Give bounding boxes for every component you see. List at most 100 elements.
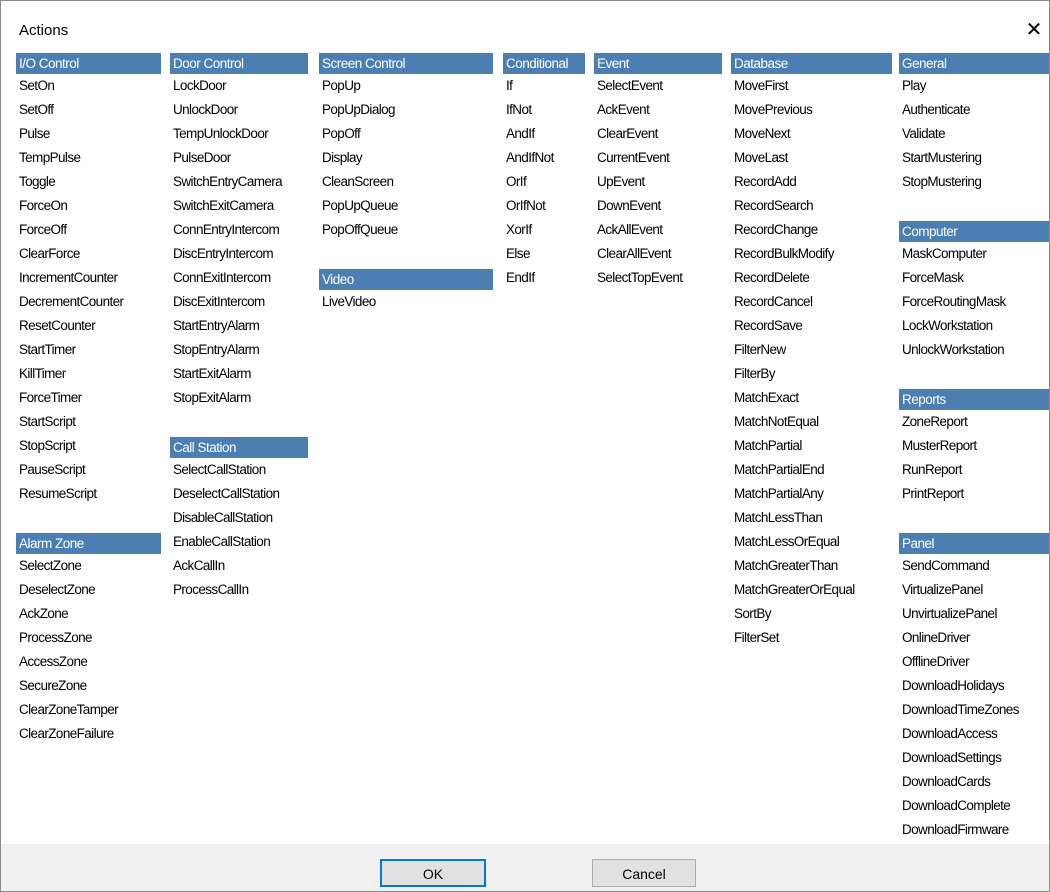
action-item[interactable]: PopUpDialog xyxy=(319,98,493,122)
action-item[interactable]: StopExitAlarm xyxy=(170,386,308,410)
action-item[interactable]: DownloadFirmware xyxy=(899,818,1049,842)
action-item[interactable]: Else xyxy=(503,242,585,266)
action-item[interactable]: SecureZone xyxy=(16,674,161,698)
action-item[interactable]: XorIf xyxy=(503,218,585,242)
action-item[interactable]: MatchPartial xyxy=(731,434,892,458)
action-item[interactable]: SetOn xyxy=(16,74,161,98)
action-item[interactable]: StartMustering xyxy=(899,146,1049,170)
action-item[interactable]: RecordSearch xyxy=(731,194,892,218)
action-item[interactable]: PopOffQueue xyxy=(319,218,493,242)
action-item[interactable]: StartEntryAlarm xyxy=(170,314,308,338)
action-item[interactable]: EnableCallStation xyxy=(170,530,308,554)
action-item[interactable]: DeselectZone xyxy=(16,578,161,602)
action-item[interactable]: DiscExitIntercom xyxy=(170,290,308,314)
ok-button[interactable]: OK xyxy=(380,859,486,887)
action-item[interactable]: SelectEvent xyxy=(594,74,722,98)
action-item[interactable]: StopEntryAlarm xyxy=(170,338,308,362)
action-item[interactable]: SelectCallStation xyxy=(170,458,308,482)
action-item[interactable]: AckAllEvent xyxy=(594,218,722,242)
action-item[interactable]: RecordAdd xyxy=(731,170,892,194)
action-item[interactable]: LockWorkstation xyxy=(899,314,1049,338)
cancel-button[interactable]: Cancel xyxy=(592,859,696,887)
action-item[interactable]: MatchGreaterOrEqual xyxy=(731,578,892,602)
action-item[interactable]: PulseDoor xyxy=(170,146,308,170)
action-item[interactable]: RecordSave xyxy=(731,314,892,338)
action-item[interactable]: If xyxy=(503,74,585,98)
action-item[interactable]: ForceOff xyxy=(16,218,161,242)
action-item[interactable]: AndIf xyxy=(503,122,585,146)
action-item[interactable]: PopUpQueue xyxy=(319,194,493,218)
action-item[interactable]: SelectTopEvent xyxy=(594,266,722,290)
action-item[interactable]: StopMustering xyxy=(899,170,1049,194)
action-item[interactable]: PopOff xyxy=(319,122,493,146)
action-item[interactable]: RecordChange xyxy=(731,218,892,242)
action-item[interactable]: DownEvent xyxy=(594,194,722,218)
action-item[interactable]: ForceOn xyxy=(16,194,161,218)
action-item[interactable]: MatchLessOrEqual xyxy=(731,530,892,554)
action-item[interactable]: StartScript xyxy=(16,410,161,434)
action-item[interactable]: FilterBy xyxy=(731,362,892,386)
action-item[interactable]: OrIf xyxy=(503,170,585,194)
action-item[interactable]: UnlockDoor xyxy=(170,98,308,122)
action-item[interactable]: MatchNotEqual xyxy=(731,410,892,434)
action-item[interactable]: DownloadHolidays xyxy=(899,674,1049,698)
action-item[interactable]: SwitchEntryCamera xyxy=(170,170,308,194)
action-item[interactable]: IncrementCounter xyxy=(16,266,161,290)
action-item[interactable]: DeselectCallStation xyxy=(170,482,308,506)
action-item[interactable]: DownloadTimeZones xyxy=(899,698,1049,722)
action-item[interactable]: RecordCancel xyxy=(731,290,892,314)
action-item[interactable]: MatchExact xyxy=(731,386,892,410)
action-item[interactable]: ClearEvent xyxy=(594,122,722,146)
action-item[interactable]: SendCommand xyxy=(899,554,1049,578)
action-item[interactable]: ClearZoneTamper xyxy=(16,698,161,722)
action-item[interactable]: MatchPartialAny xyxy=(731,482,892,506)
action-item[interactable]: SwitchExitCamera xyxy=(170,194,308,218)
action-item[interactable]: AckCallIn xyxy=(170,554,308,578)
action-item[interactable]: ClearAllEvent xyxy=(594,242,722,266)
action-item[interactable]: AndIfNot xyxy=(503,146,585,170)
action-item[interactable]: DiscEntryIntercom xyxy=(170,242,308,266)
action-item[interactable]: CurrentEvent xyxy=(594,146,722,170)
action-item[interactable]: OrIfNot xyxy=(503,194,585,218)
action-item[interactable]: Display xyxy=(319,146,493,170)
action-item[interactable]: ClearForce xyxy=(16,242,161,266)
action-item[interactable]: Pulse xyxy=(16,122,161,146)
action-item[interactable]: VirtualizePanel xyxy=(899,578,1049,602)
action-item[interactable]: IfNot xyxy=(503,98,585,122)
action-item[interactable]: ForceTimer xyxy=(16,386,161,410)
action-item[interactable]: MaskComputer xyxy=(899,242,1049,266)
action-item[interactable]: ZoneReport xyxy=(899,410,1049,434)
action-item[interactable]: StopScript xyxy=(16,434,161,458)
action-item[interactable]: KillTimer xyxy=(16,362,161,386)
action-item[interactable]: Play xyxy=(899,74,1049,98)
action-item[interactable]: UnvirtualizePanel xyxy=(899,602,1049,626)
action-item[interactable]: RecordBulkModify xyxy=(731,242,892,266)
action-item[interactable]: MoveNext xyxy=(731,122,892,146)
action-item[interactable]: LiveVideo xyxy=(319,290,493,314)
action-item[interactable]: AckZone xyxy=(16,602,161,626)
action-item[interactable]: ResetCounter xyxy=(16,314,161,338)
action-item[interactable]: ProcessCallIn xyxy=(170,578,308,602)
action-item[interactable]: SortBy xyxy=(731,602,892,626)
action-item[interactable]: Authenticate xyxy=(899,98,1049,122)
action-item[interactable]: UnlockWorkstation xyxy=(899,338,1049,362)
action-item[interactable]: ClearZoneFailure xyxy=(16,722,161,746)
action-item[interactable]: OfflineDriver xyxy=(899,650,1049,674)
action-item[interactable]: ForceMask xyxy=(899,266,1049,290)
action-item[interactable]: TempUnlockDoor xyxy=(170,122,308,146)
action-item[interactable]: SetOff xyxy=(16,98,161,122)
action-item[interactable]: AccessZone xyxy=(16,650,161,674)
action-item[interactable]: MoveFirst xyxy=(731,74,892,98)
action-item[interactable]: MatchLessThan xyxy=(731,506,892,530)
action-item[interactable]: DownloadCards xyxy=(899,770,1049,794)
action-item[interactable]: DecrementCounter xyxy=(16,290,161,314)
action-item[interactable]: DownloadAccess xyxy=(899,722,1049,746)
action-item[interactable]: ForceRoutingMask xyxy=(899,290,1049,314)
action-item[interactable]: TempPulse xyxy=(16,146,161,170)
action-item[interactable]: DownloadComplete xyxy=(899,794,1049,818)
action-item[interactable]: LockDoor xyxy=(170,74,308,98)
action-item[interactable]: PrintReport xyxy=(899,482,1049,506)
action-item[interactable]: AckEvent xyxy=(594,98,722,122)
action-item[interactable]: MoveLast xyxy=(731,146,892,170)
action-item[interactable]: PopUp xyxy=(319,74,493,98)
